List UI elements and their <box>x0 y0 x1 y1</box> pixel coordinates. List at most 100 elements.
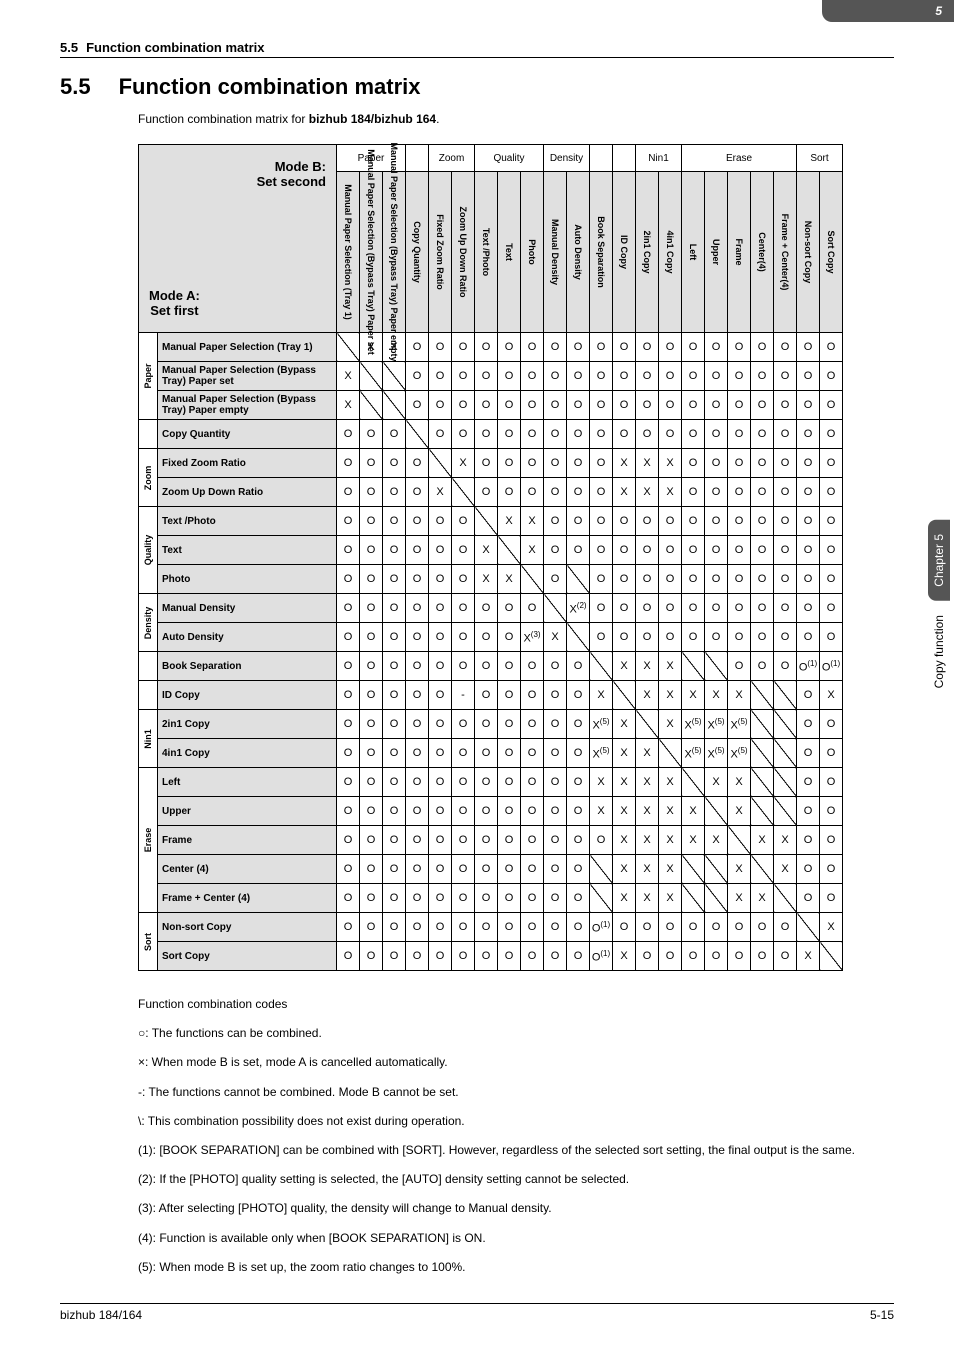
matrix-cell: O <box>567 942 590 971</box>
matrix-cell: O <box>475 652 498 681</box>
matrix-cell: O <box>360 768 383 797</box>
matrix-cell: X(5) <box>705 710 728 739</box>
matrix-cell: O <box>452 333 475 362</box>
page: 5 5.5 Function combination matrix 5.5 Fu… <box>0 0 954 1350</box>
matrix-cell <box>705 797 728 826</box>
matrix-cell: O <box>820 565 843 594</box>
matrix-cell: O <box>544 710 567 739</box>
matrix-cell: O <box>567 913 590 942</box>
matrix-cell: O <box>705 536 728 565</box>
matrix-cell: O <box>498 681 521 710</box>
row-group: Sort <box>139 913 158 971</box>
matrix-cell: O <box>751 449 774 478</box>
col-header: Manual Paper Selection (Bypass Tray) Pap… <box>360 172 383 333</box>
matrix-cell: X <box>613 768 636 797</box>
matrix-cell <box>682 884 705 913</box>
row-header: Upper <box>158 797 337 826</box>
matrix-cell <box>383 391 406 420</box>
matrix-cell: O <box>521 855 544 884</box>
matrix-cell: O <box>728 652 751 681</box>
matrix-cell: O <box>567 681 590 710</box>
matrix-cell: O <box>774 420 797 449</box>
matrix-cell: O <box>452 826 475 855</box>
matrix-cell <box>613 681 636 710</box>
matrix-cell: O <box>383 913 406 942</box>
matrix-cell: O <box>406 681 429 710</box>
matrix-cell: X(5) <box>728 710 751 739</box>
col-group: Erase <box>682 145 797 172</box>
matrix-cell: O <box>820 797 843 826</box>
row-group <box>139 420 158 449</box>
matrix-cell: O <box>337 594 360 623</box>
matrix-cell: O <box>544 681 567 710</box>
matrix-cell: O <box>751 623 774 652</box>
matrix-cell: O <box>774 449 797 478</box>
col-header: Text <box>498 172 521 333</box>
matrix-cell: O <box>429 710 452 739</box>
matrix-cell: O <box>429 739 452 768</box>
matrix-cell: X <box>728 681 751 710</box>
matrix-cell: O <box>751 362 774 391</box>
matrix-cell: O <box>337 420 360 449</box>
matrix-cell: O <box>705 391 728 420</box>
matrix-cell: O <box>383 623 406 652</box>
code-line: -: The functions cannot be combined. Mod… <box>138 1083 894 1102</box>
col-header: Center(4) <box>751 172 774 333</box>
side-tab-section: Copy function <box>928 601 950 702</box>
row-header: ID Copy <box>158 681 337 710</box>
matrix-cell: O <box>337 739 360 768</box>
matrix-cell: X <box>521 536 544 565</box>
matrix-cell: O <box>521 768 544 797</box>
matrix-cell: O <box>751 391 774 420</box>
matrix-cell: X <box>636 797 659 826</box>
matrix-cell: O <box>475 710 498 739</box>
col-header: Copy Quantity <box>406 172 429 333</box>
matrix-cell: O <box>728 391 751 420</box>
matrix-cell <box>659 739 682 768</box>
matrix-cell: O <box>383 536 406 565</box>
matrix-cell: O <box>429 333 452 362</box>
row-header: Frame + Center (4) <box>158 884 337 913</box>
col-group: Nin1 <box>636 145 682 172</box>
matrix-cell: X <box>429 478 452 507</box>
matrix-cell <box>590 652 613 681</box>
matrix-cell: X <box>659 652 682 681</box>
matrix-cell: X <box>636 826 659 855</box>
matrix-cell: O <box>774 565 797 594</box>
matrix-cell: O <box>820 478 843 507</box>
code-line: (3): After selecting [PHOTO] quality, th… <box>138 1199 894 1218</box>
col-header: Frame + Center(4) <box>774 172 797 333</box>
matrix-cell: O <box>705 420 728 449</box>
matrix-cell: X <box>590 797 613 826</box>
matrix-cell: O <box>383 681 406 710</box>
col-header: Sort Copy <box>820 172 843 333</box>
matrix-cell: O <box>797 536 820 565</box>
matrix-cell: O <box>337 565 360 594</box>
matrix-cell: O <box>360 478 383 507</box>
running-head-num: 5.5 <box>60 40 78 55</box>
matrix-cell: O <box>774 507 797 536</box>
matrix-cell: O <box>659 623 682 652</box>
matrix-cell: O <box>360 536 383 565</box>
matrix-cell: O <box>521 913 544 942</box>
matrix-cell: O <box>751 565 774 594</box>
matrix-cell: O <box>820 623 843 652</box>
matrix-cell: X <box>613 478 636 507</box>
matrix-cell: O <box>544 449 567 478</box>
matrix-cell: O <box>774 652 797 681</box>
col-header: Left <box>682 172 705 333</box>
matrix-cell: O <box>774 478 797 507</box>
matrix-cell: O <box>521 681 544 710</box>
matrix-cell: O <box>728 507 751 536</box>
matrix-cell: X <box>774 855 797 884</box>
matrix-cell: O <box>797 739 820 768</box>
heading-num: 5.5 <box>60 74 91 100</box>
matrix-cell: O <box>406 826 429 855</box>
chapter-thumb-num: 5 <box>935 4 942 18</box>
matrix-cell: O <box>636 333 659 362</box>
matrix-cell: O <box>774 913 797 942</box>
matrix-cell: O <box>452 565 475 594</box>
col-header: 4in1 Copy <box>659 172 682 333</box>
matrix-cell: O <box>521 391 544 420</box>
matrix-cell: O <box>498 362 521 391</box>
